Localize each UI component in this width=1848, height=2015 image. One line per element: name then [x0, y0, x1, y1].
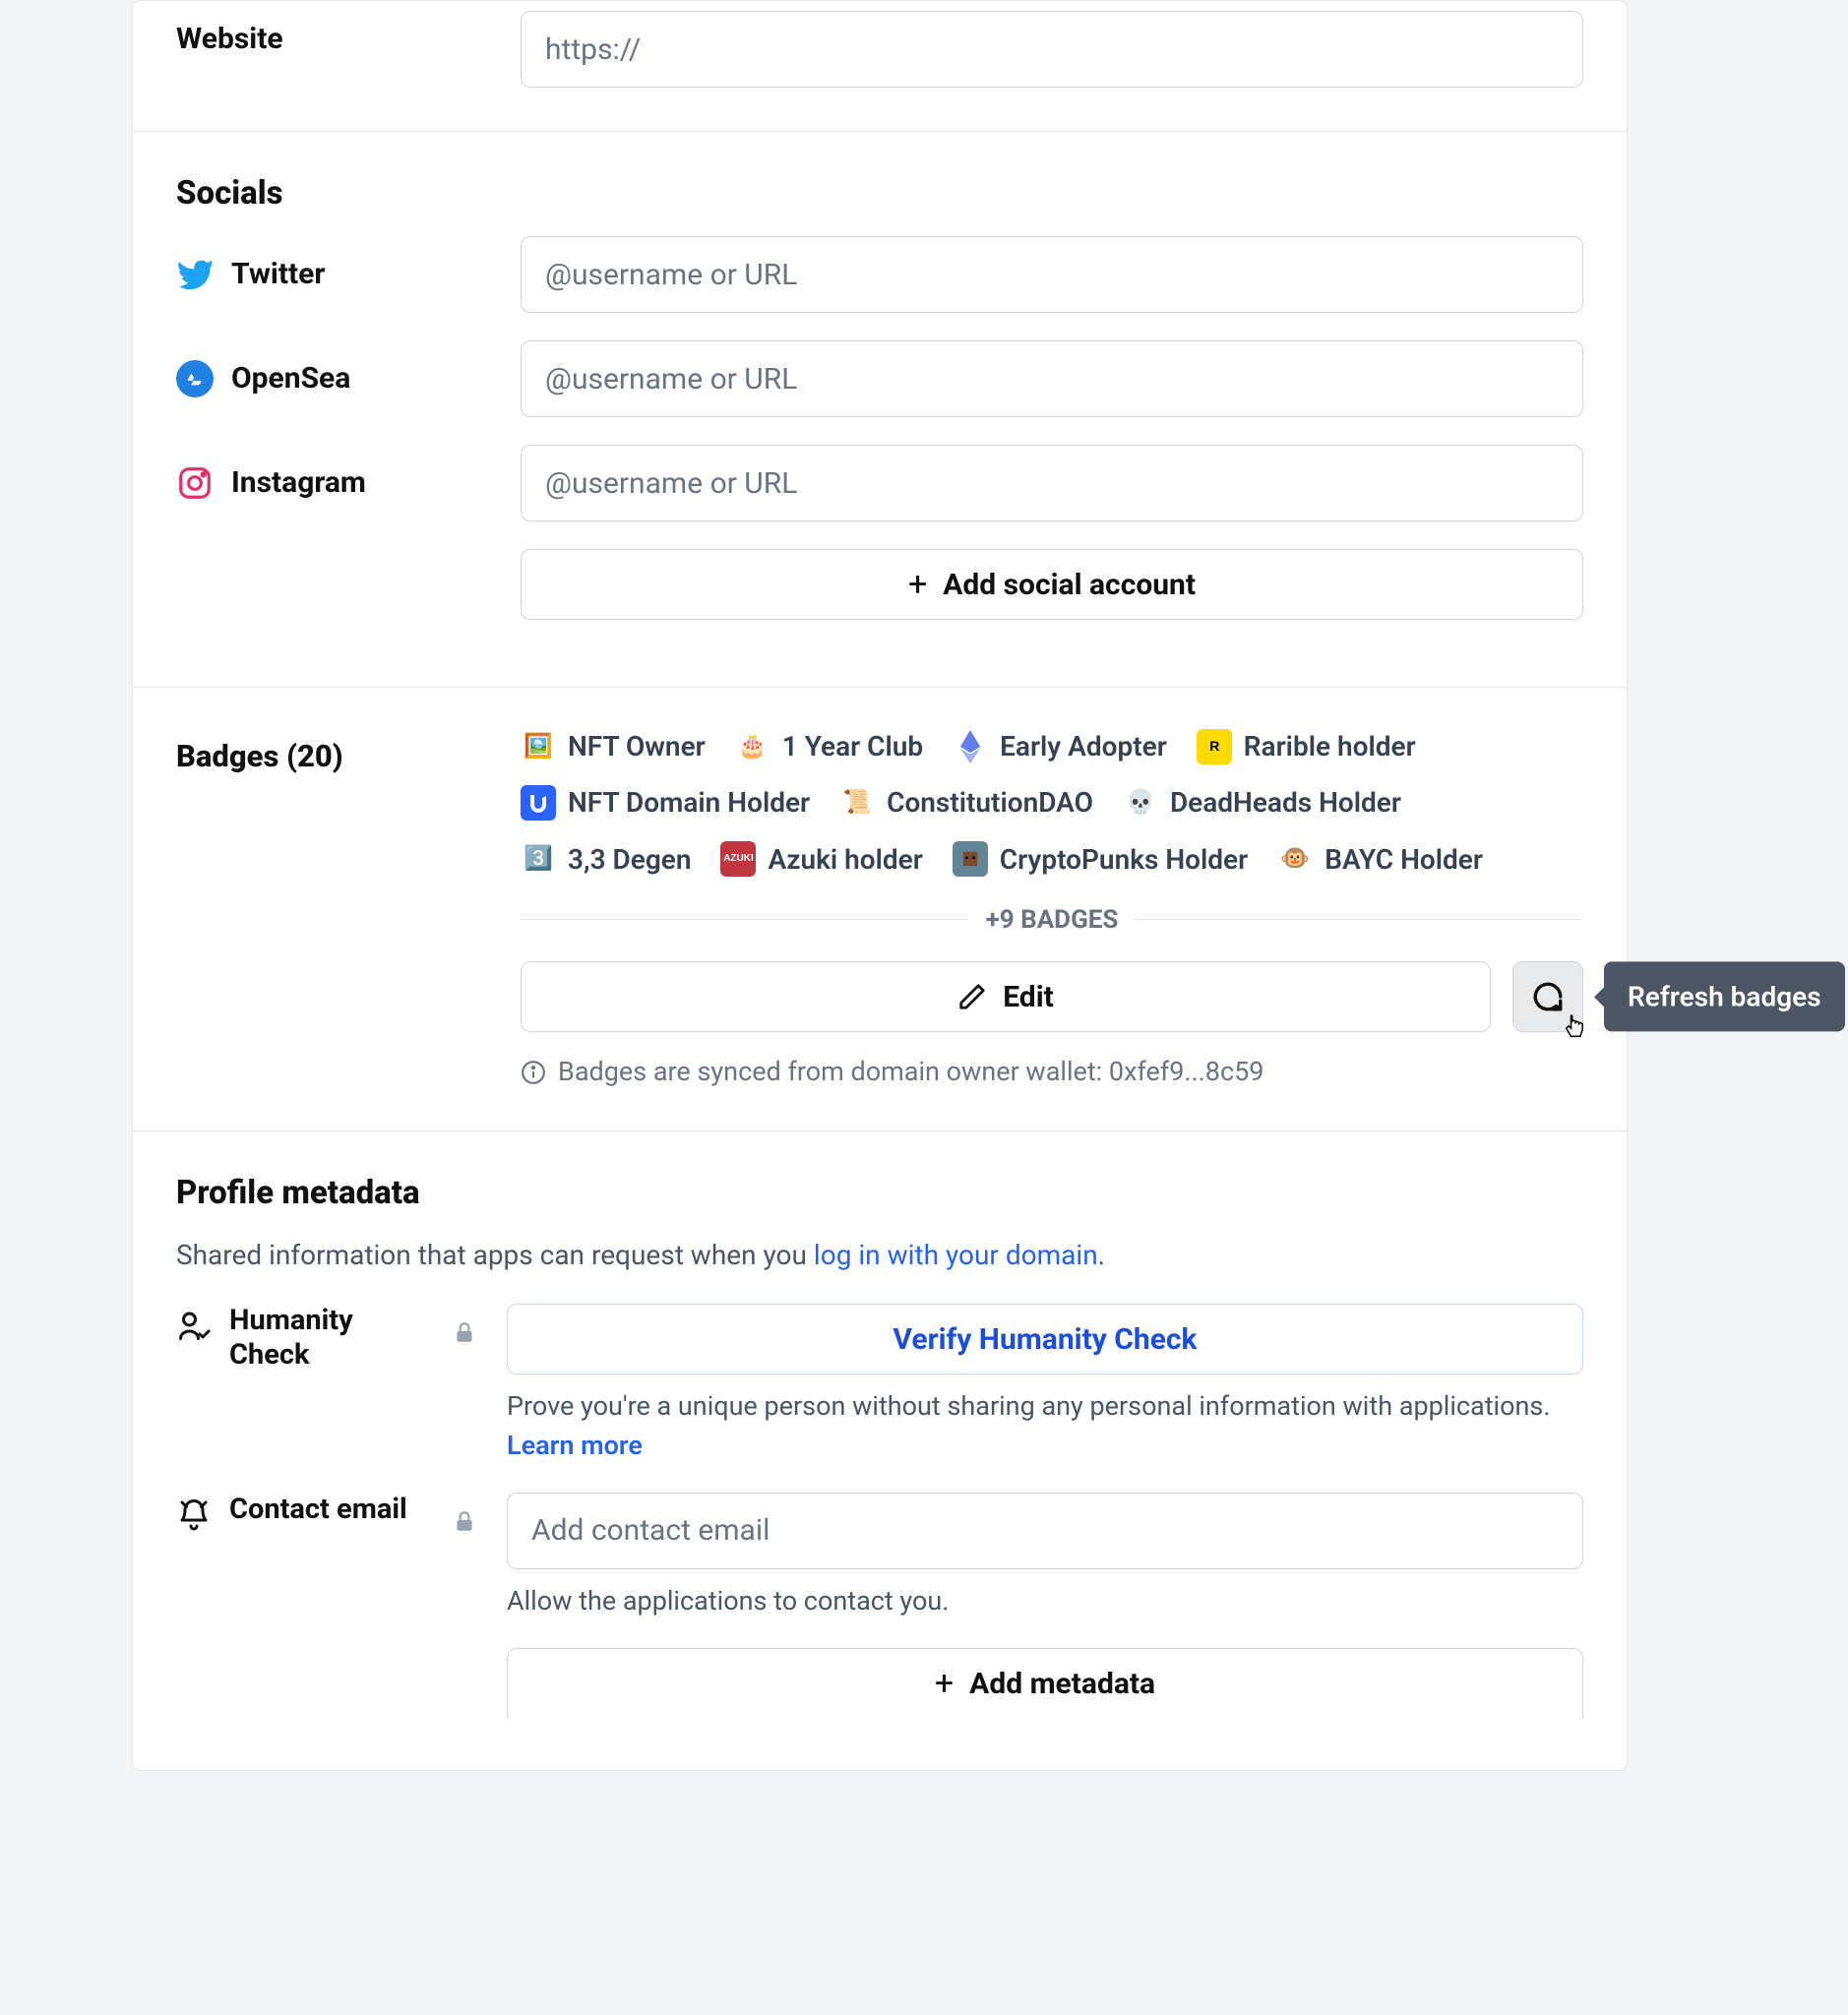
edit-badges-label: Edit	[1003, 980, 1054, 1014]
badge-icon: R	[1197, 729, 1232, 764]
add-metadata-label: Add metadata	[969, 1667, 1155, 1701]
more-badges: +9 BADGES	[968, 902, 1137, 938]
website-input[interactable]	[521, 11, 1583, 88]
humanity-label: Humanity Check	[229, 1304, 432, 1373]
badge-label: Rarible holder	[1244, 727, 1416, 765]
contact-label: Contact email	[229, 1493, 407, 1527]
badge-icon: 📜	[839, 785, 875, 821]
badge-item: 🐵 BAYC Holder	[1277, 840, 1483, 879]
twitter-icon	[176, 256, 214, 293]
metadata-title: Profile metadata	[176, 1171, 1583, 1216]
badge-item: AZUKI Azuki holder	[720, 840, 922, 879]
badge-label: Azuki holder	[768, 840, 922, 879]
login-domain-link[interactable]: log in with your domain	[814, 1239, 1098, 1271]
lock-icon	[452, 1508, 487, 1534]
badge-label: DeadHeads Holder	[1170, 783, 1401, 822]
badge-icon: 3️⃣	[521, 841, 556, 877]
badges-title: Badges (20)	[176, 738, 343, 774]
badges-info-text: Badges are synced from domain owner wall…	[558, 1054, 1263, 1091]
instagram-input[interactable]	[521, 445, 1583, 521]
badge-item: 📜 ConstitutionDAO	[839, 783, 1093, 822]
add-metadata-button[interactable]: + Add metadata	[507, 1648, 1583, 1719]
badge-item: 3️⃣ 3,3 Degen	[521, 840, 691, 879]
opensea-input[interactable]	[521, 340, 1583, 417]
badge-item: 💀 DeadHeads Holder	[1123, 783, 1401, 822]
badge-item: 🖼️ NFT Owner	[521, 727, 706, 765]
instagram-label: Instagram	[231, 462, 366, 504]
opensea-icon	[176, 360, 214, 397]
badge-item: R Rarible holder	[1197, 727, 1416, 765]
plus-icon: +	[908, 565, 927, 604]
badge-icon: 🎂	[735, 729, 770, 764]
pencil-icon	[957, 982, 987, 1011]
humanity-icon	[176, 1304, 212, 1343]
badge-item: CryptoPunks Holder	[953, 840, 1248, 879]
badge-icon	[953, 729, 988, 764]
badge-label: Early Adopter	[1000, 727, 1167, 765]
opensea-label: OpenSea	[231, 358, 350, 399]
badge-item: NFT Domain Holder	[521, 783, 810, 822]
badge-icon: 🖼️	[521, 729, 556, 764]
instagram-icon	[176, 464, 214, 502]
website-label: Website	[176, 22, 283, 56]
socials-title: Socials	[176, 171, 1583, 216]
twitter-input[interactable]	[521, 236, 1583, 313]
add-social-label: Add social account	[943, 568, 1196, 602]
info-icon	[521, 1060, 546, 1085]
badge-icon: 🐵	[1277, 841, 1313, 877]
verify-humanity-button[interactable]: Verify Humanity Check	[507, 1304, 1583, 1374]
contact-email-input[interactable]	[507, 1493, 1583, 1569]
twitter-label: Twitter	[231, 254, 325, 295]
add-social-button[interactable]: + Add social account	[521, 549, 1583, 620]
badge-label: 1 Year Club	[782, 727, 923, 765]
metadata-desc: Shared information that apps can request…	[176, 1236, 1583, 1274]
badge-icon: AZUKI	[720, 841, 756, 877]
lock-icon	[452, 1319, 487, 1345]
edit-badges-button[interactable]: Edit	[521, 961, 1491, 1032]
humanity-learn-more[interactable]: Learn more	[507, 1428, 1583, 1465]
contact-helper: Allow the applications to contact you.	[507, 1583, 1583, 1620]
humanity-helper: Prove you're a unique person without sha…	[507, 1388, 1583, 1465]
plus-icon: +	[935, 1664, 954, 1703]
badge-label: CryptoPunks Holder	[1000, 840, 1248, 879]
badge-label: NFT Owner	[568, 727, 706, 765]
cursor-icon	[1561, 1013, 1588, 1041]
refresh-tooltip: Refresh badges	[1604, 962, 1845, 1032]
badge-label: BAYC Holder	[1324, 840, 1483, 879]
badge-icon: 💀	[1123, 785, 1158, 821]
refresh-badges-button[interactable]: Refresh badges	[1512, 961, 1583, 1032]
badge-item: Early Adopter	[953, 727, 1167, 765]
contact-icon	[176, 1493, 212, 1532]
badge-label: ConstitutionDAO	[887, 783, 1093, 822]
badge-label: NFT Domain Holder	[568, 783, 810, 822]
badge-icon	[521, 785, 556, 821]
badge-item: 🎂 1 Year Club	[735, 727, 923, 765]
badge-label: 3,3 Degen	[568, 840, 691, 879]
refresh-icon	[1531, 980, 1565, 1013]
badge-icon	[953, 841, 988, 877]
